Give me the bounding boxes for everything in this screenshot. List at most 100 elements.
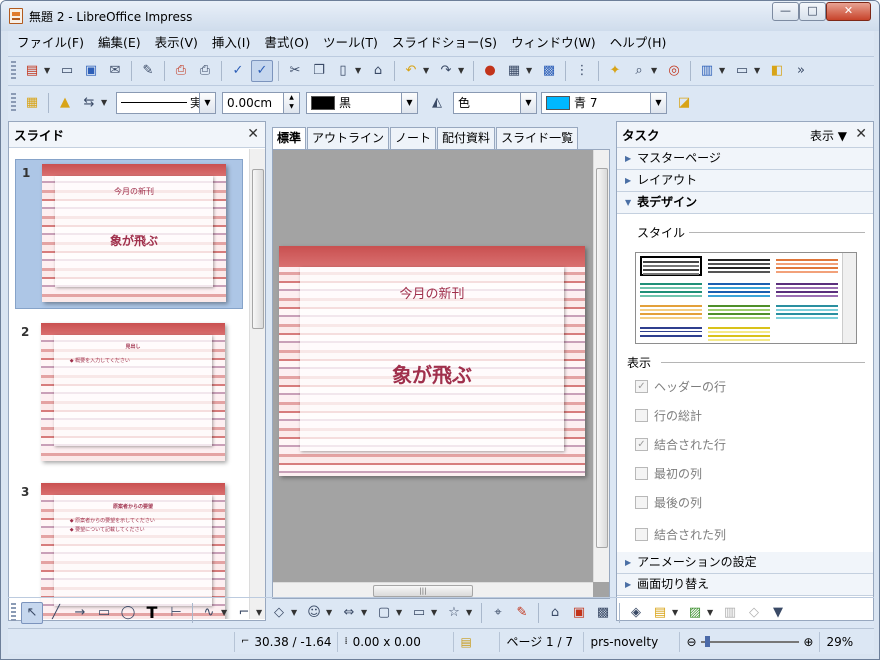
extrusion-icon[interactable]: ▥ [719,602,741,624]
stars-dropdown-arrow[interactable]: ▼ [466,608,474,617]
chevron-down-icon[interactable]: ▼ [199,92,215,113]
zoom-track[interactable] [700,635,800,647]
presentation-icon[interactable]: ▥ [696,60,718,82]
zoom-slider[interactable]: ⊖ ⊕ [680,631,821,652]
export-pdf-icon[interactable]: ⎙ [170,60,192,82]
close-icon[interactable]: ✕ [855,126,867,142]
ellipse-icon[interactable]: ◯ [117,602,139,624]
zoom-icon[interactable]: ⌕ [628,60,650,82]
slide-canvas[interactable]: 今月の新刊 象が飛ぶ ||| [272,149,610,599]
menu-help[interactable]: ヘルプ(H) [603,31,674,55]
current-slide[interactable]: 今月の新刊 象が飛ぶ [279,246,585,476]
chevron-down-icon[interactable]: ▼ [520,92,536,113]
arrow-style-icon[interactable]: ⇆ [78,92,100,114]
block-arrows-icon[interactable]: ⇔ [338,602,360,624]
editor-vertical-scrollbar[interactable] [593,150,609,582]
slide-thumbnail-2[interactable]: 2 見出し ◆ 概要を入力してください [15,319,243,469]
area-color-select[interactable]: 青 7 ▼ [541,91,667,114]
menu-file[interactable]: ファイル(F) [10,31,91,55]
arrange-icon[interactable]: ▨ [684,602,706,624]
chevron-down-icon[interactable]: ▼ [650,92,666,113]
table-style-7[interactable] [640,303,702,323]
chart-icon[interactable]: ● [479,60,501,82]
points-icon[interactable]: ⌖ [487,602,509,624]
toolbar-overflow-icon[interactable]: ▼ [767,602,789,624]
display-views-icon[interactable]: ▩ [538,60,560,82]
slide-thumbnail-1[interactable]: 1 今月の新刊 象が飛ぶ [15,159,243,309]
align-icon[interactable]: ▤ [649,602,671,624]
table-style-8[interactable] [708,303,770,323]
table-style-10[interactable] [640,325,702,345]
minimize-button[interactable]: — [772,2,799,21]
redo-dropdown-arrow[interactable]: ▼ [458,66,466,75]
table-style-1[interactable] [640,256,702,276]
table-style-3[interactable] [776,257,838,277]
option-last-column[interactable]: 最後の列 [635,494,702,511]
fontwork-icon[interactable]: ⌂ [544,602,566,624]
slide-show-icon[interactable]: ◧ [766,60,788,82]
slide-layout-icon[interactable]: ▭ [731,60,753,82]
toolbar-grip[interactable] [11,60,16,81]
zoom-dropdown-arrow[interactable]: ▼ [651,66,659,75]
line-tool-icon[interactable]: ╱ [45,602,67,624]
section-layouts[interactable]: ▶ レイアウト [617,170,873,192]
flowchart-dropdown-arrow[interactable]: ▼ [396,608,404,617]
navigator-icon[interactable]: ✦ [604,60,626,82]
option-banded-rows[interactable]: ✓ 結合された行 [635,436,726,453]
symbol-shapes-icon[interactable]: ☺ [303,602,325,624]
spellcheck-icon[interactable]: ✓ [227,60,249,82]
slides-scrollbar[interactable] [249,149,265,619]
slide-subtitle-text[interactable]: 象が飛ぶ [300,359,563,388]
menu-insert[interactable]: 挿入(I) [205,31,257,55]
auto-spellcheck-icon[interactable]: ✓ [251,59,273,82]
table-dropdown-arrow[interactable]: ▼ [526,66,534,75]
arrow-style-dropdown-arrow[interactable]: ▼ [101,98,109,107]
checkbox[interactable] [635,528,648,541]
toolbar-grip[interactable] [11,602,16,623]
table-icon[interactable]: ▦ [503,60,525,82]
paste-icon[interactable]: ▯ [332,60,354,82]
grid-icon[interactable]: ⋮ [571,60,593,82]
styles-icon[interactable]: ▦ [21,92,43,114]
stars-icon[interactable]: ☆ [443,602,465,624]
menu-slideshow[interactable]: スライドショー(S) [385,31,504,55]
rotate-icon[interactable]: ◈ [625,602,647,624]
rectangle-icon[interactable]: ▭ [93,602,115,624]
task-view-menu[interactable]: 表示 ▼ [810,127,847,144]
line-color-select[interactable]: 黒 ▼ [306,91,418,114]
text-tool-icon[interactable]: T [141,602,163,624]
section-custom-animation[interactable]: ▶ アニメーションの設定 [617,552,873,574]
table-style-2[interactable] [708,257,770,277]
callouts-dropdown-arrow[interactable]: ▼ [431,608,439,617]
arrows-dropdown-arrow[interactable]: ▼ [361,608,369,617]
curve-dropdown-arrow[interactable]: ▼ [221,608,229,617]
checkbox[interactable] [635,467,648,480]
zoom-percentage[interactable]: 29% [820,632,859,652]
zoom-out-icon[interactable]: ⊖ [686,632,696,652]
open-folder-icon[interactable]: ▭ [56,60,78,82]
table-style-6[interactable] [776,281,838,301]
zoom-in-icon[interactable]: ⊕ [803,632,813,652]
table-style-11[interactable] [708,325,770,345]
option-header-row[interactable]: ✓ ヘッダーの行 [635,378,726,395]
email-icon[interactable]: ✉ [104,60,126,82]
option-banded-columns[interactable]: 結合された列 [635,526,726,543]
close-icon[interactable]: ✕ [247,126,259,142]
checkbox-checked[interactable]: ✓ [635,438,648,451]
help-icon[interactable]: ◎ [663,60,685,82]
fit-text-icon[interactable]: ⊢ [165,602,187,624]
connector-icon[interactable]: ⌐ [233,602,255,624]
redo-icon[interactable]: ↷ [435,60,457,82]
tab-slide-sorter[interactable]: スライド一覧 [496,127,579,149]
paste-dropdown-arrow[interactable]: ▼ [355,66,363,75]
curve-icon[interactable]: ∿ [198,602,220,624]
new-dropdown-arrow[interactable]: ▼ [44,66,52,75]
styles-scrollbar[interactable] [842,253,856,343]
spin-icon[interactable]: ▲ ▼ [283,92,299,113]
tab-normal[interactable]: 標準 [272,127,307,150]
scrollbar-thumb[interactable]: ||| [373,585,473,597]
save-icon[interactable]: ▣ [80,60,102,82]
print-icon[interactable]: ⎙ [194,60,216,82]
shapes-dropdown-arrow[interactable]: ▼ [291,608,299,617]
line-width-spin[interactable]: 0.00cm ▲ ▼ [222,91,300,114]
